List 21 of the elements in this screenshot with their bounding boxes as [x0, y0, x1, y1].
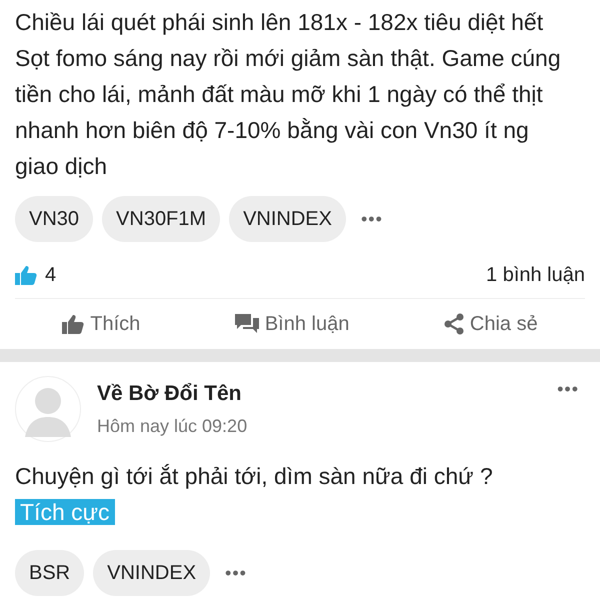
more-tags-button[interactable]: •••	[219, 560, 253, 586]
tag-chip[interactable]: VNINDEX	[229, 196, 346, 242]
more-tags-button[interactable]: •••	[354, 206, 389, 232]
comment-button[interactable]: Bình luận	[226, 303, 358, 345]
tag-chip[interactable]: VN30F1M	[102, 196, 220, 242]
chat-bubbles-icon	[234, 314, 259, 334]
like-button[interactable]: Thích	[54, 303, 148, 345]
post-time: Hôm nay lúc 09:20	[97, 415, 248, 438]
more-button[interactable]: •••	[551, 376, 585, 403]
post-text: Chiều lái quét phái sinh lên 181x - 182x tiêu diệt hết Sọt fomo sáng nay rồi mới giảm sàn thật. Game cúng tiền cho lái, mảnh đất màu mỡ khi 1 ngày có thể thịt nhanh hơn biên độ 7-10% bằng vài con Vn30 ít ng giao dịch	[15, 8, 562, 181]
thumbs-up-icon	[62, 314, 84, 334]
share-button[interactable]: Chia sẻ	[436, 303, 546, 345]
tag-chip[interactable]: VN30	[15, 196, 94, 242]
share-icon	[444, 313, 464, 335]
tag-chip[interactable]: VNINDEX	[93, 550, 210, 596]
tag-chip[interactable]: BSR	[15, 550, 84, 596]
post-text: Chuyện gì tới ắt phải tới, dìm sàn nữa đi chứ ? Tích cực	[15, 462, 494, 527]
like-count: 4	[45, 263, 56, 288]
thumbs-up-icon	[15, 265, 37, 285]
author-name: Về Bờ Đổi Tên	[97, 380, 242, 407]
comment-count[interactable]: 1 bình luận	[486, 260, 585, 290]
